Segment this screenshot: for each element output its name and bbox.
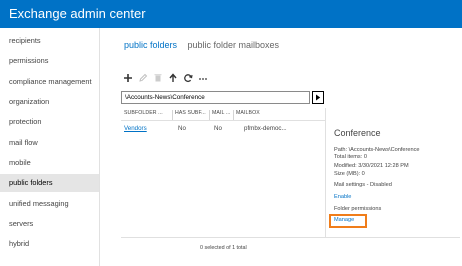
tab-bar: public folders public folder mailboxes xyxy=(124,35,285,53)
delete-icon[interactable] xyxy=(151,71,165,85)
nav-item-mail-flow[interactable]: mail flow xyxy=(0,134,99,152)
nav-item-mobile[interactable]: mobile xyxy=(0,154,99,172)
details-pane: Conference Path: \Accounts-News\Conferen… xyxy=(325,108,462,237)
nav-item-organization[interactable]: organization xyxy=(0,93,99,111)
app-title: Exchange admin center xyxy=(9,6,146,21)
add-icon[interactable] xyxy=(121,71,135,85)
tab-public-folder-mailboxes[interactable]: public folder mailboxes xyxy=(187,40,279,50)
left-nav: recipients permissions compliance manage… xyxy=(0,28,100,266)
up-icon[interactable] xyxy=(166,71,180,85)
toolbar xyxy=(121,71,211,85)
nav-item-public-folders[interactable]: public folders xyxy=(0,174,99,192)
grid-footer-divider xyxy=(121,237,460,238)
nav-item-compliance-management[interactable]: compliance management xyxy=(0,73,99,91)
selection-status: 0 selected of 1 total xyxy=(200,245,247,251)
details-modified: Modified: 3/30/2021 12:28 PM xyxy=(334,163,409,169)
more-icon[interactable] xyxy=(196,71,210,85)
play-arrow-icon xyxy=(316,94,321,101)
column-header-mailbox[interactable]: MAILBOX xyxy=(236,110,260,116)
edit-icon[interactable] xyxy=(136,71,150,85)
details-size: Size (MB): 0 xyxy=(334,171,365,177)
details-title: Conference xyxy=(334,128,381,138)
tab-public-folders[interactable]: public folders xyxy=(124,40,177,50)
details-total-items: Total items: 0 xyxy=(334,154,367,160)
column-header-has-subfolders[interactable]: HAS SUBF... xyxy=(175,110,206,116)
mail-enabled-value: No xyxy=(214,125,222,132)
nav-item-protection[interactable]: protection xyxy=(0,113,99,131)
nav-item-hybrid[interactable]: hybrid xyxy=(0,235,99,253)
column-separator xyxy=(209,110,210,120)
nav-item-permissions[interactable]: permissions xyxy=(0,52,99,70)
details-mail-settings: Mail settings - Disabled xyxy=(334,182,392,188)
column-separator xyxy=(233,110,234,120)
column-header-subfolder[interactable]: SUBFOLDER ... xyxy=(124,110,163,116)
table-row[interactable]: Vendors No No pfmbx-democ... xyxy=(121,125,325,135)
grid-header: SUBFOLDER ... HAS SUBF... MAIL ... MAILB… xyxy=(121,108,325,121)
path-input[interactable]: \Accounts-News\Conference xyxy=(121,91,310,104)
has-subfolders-value: No xyxy=(178,125,186,132)
enable-link[interactable]: Enable xyxy=(334,194,351,200)
nav-item-servers[interactable]: servers xyxy=(0,215,99,233)
column-header-mail-enabled[interactable]: MAIL ... xyxy=(212,110,230,116)
refresh-icon[interactable] xyxy=(181,71,195,85)
mailbox-value: pfmbx-democ... xyxy=(244,125,287,132)
details-folder-permissions: Folder permissions xyxy=(334,206,382,212)
column-separator xyxy=(172,110,173,120)
manage-link[interactable]: Manage xyxy=(334,217,354,223)
top-bar: Exchange admin center xyxy=(0,0,462,28)
nav-item-unified-messaging[interactable]: unified messaging xyxy=(0,195,99,213)
folder-name-link[interactable]: Vendors xyxy=(124,125,147,132)
details-path: Path: \Accounts-News\Conference xyxy=(334,147,420,153)
go-button[interactable] xyxy=(312,91,324,104)
nav-item-recipients[interactable]: recipients xyxy=(0,32,99,50)
folder-grid: SUBFOLDER ... HAS SUBF... MAIL ... MAILB… xyxy=(121,108,325,238)
